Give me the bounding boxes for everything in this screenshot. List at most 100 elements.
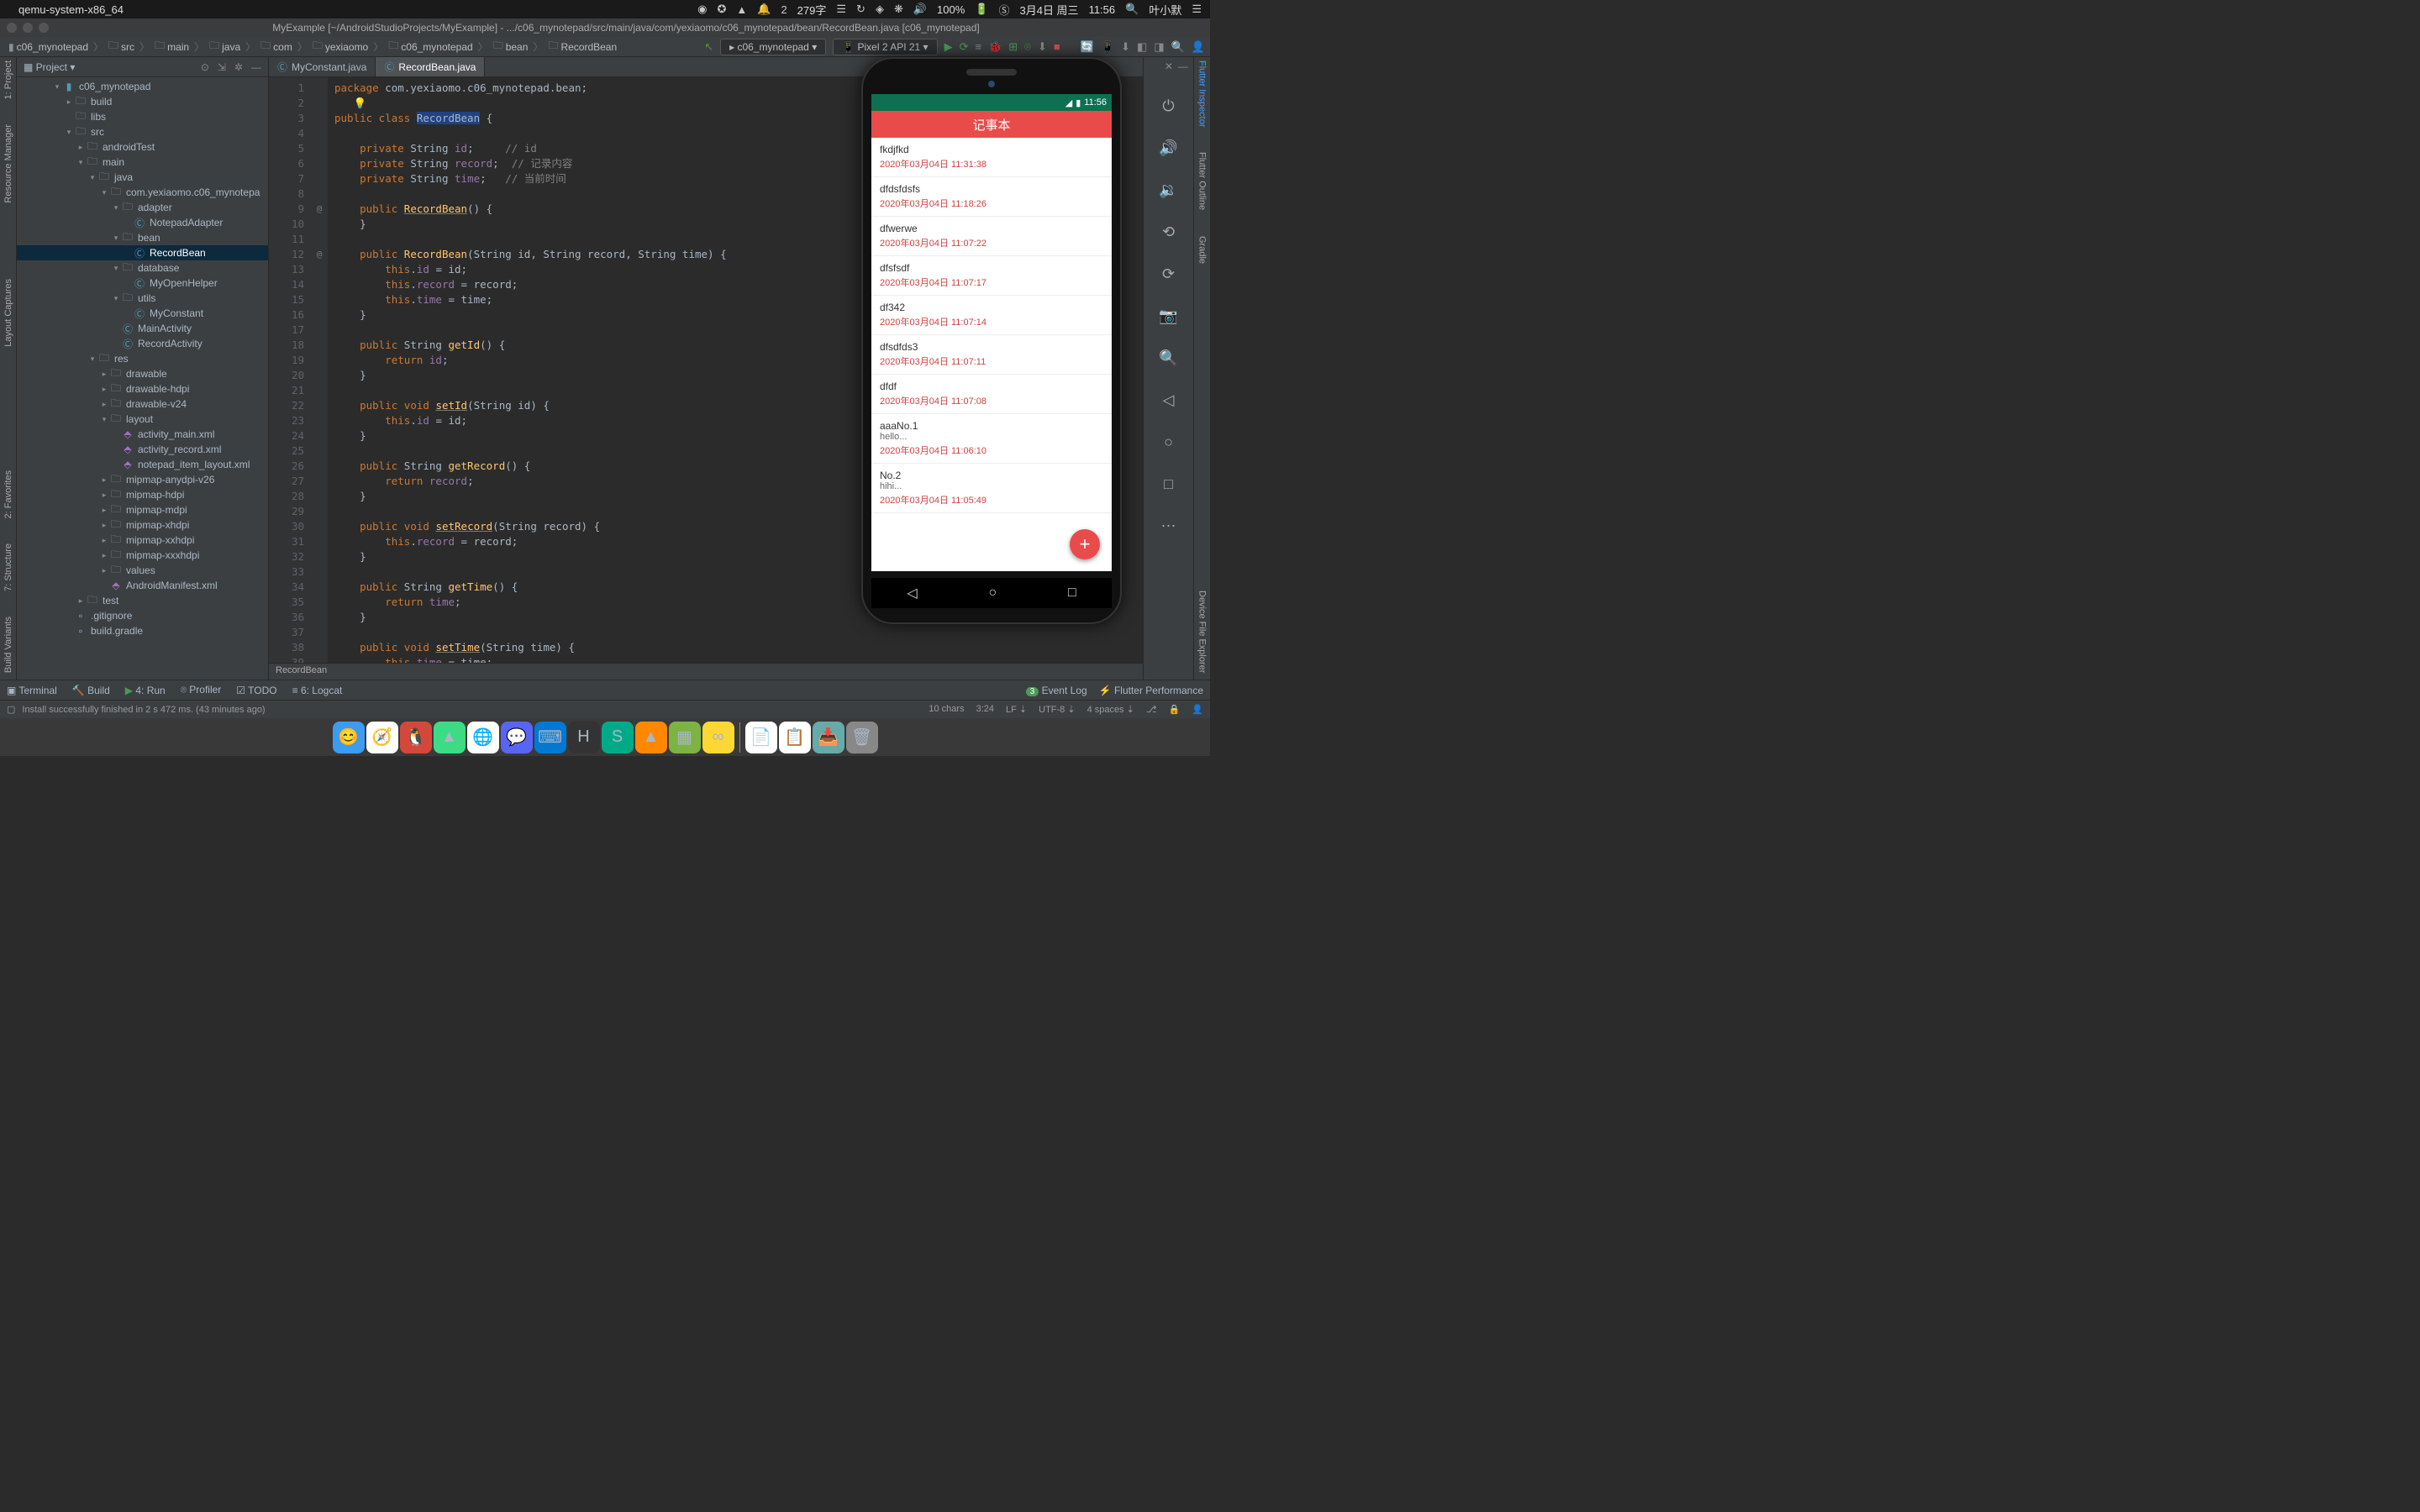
status-lock-icon[interactable]: 🔒 — [1169, 704, 1181, 715]
rotate-left-icon[interactable]: ⟲ — [1150, 218, 1187, 245]
note-item[interactable]: dfsdfds32020年03月04日 11:07:11 — [871, 335, 1112, 375]
safari-dock-icon[interactable]: 🧭 — [366, 722, 398, 753]
line-gutter[interactable]: 1234567891011121314151617181920212223242… — [269, 77, 311, 663]
nav-recent-icon[interactable]: □ — [1068, 585, 1076, 601]
app-dock-icon-4[interactable]: ▦ — [669, 722, 701, 753]
device-file-explorer-tab[interactable]: Device File Explorer — [1197, 591, 1207, 673]
structure-tab[interactable]: 7: Structure — [3, 543, 13, 591]
home-emu-icon[interactable]: ○ — [1150, 428, 1187, 455]
wps-dock-icon[interactable]: S — [602, 722, 634, 753]
tree-node[interactable]: ▾🗀com.yexiaomo.c06_mynotepa — [17, 185, 268, 200]
tree-node[interactable]: ▫.gitignore — [17, 608, 268, 623]
app-dock-icon-1[interactable]: 🐧 — [400, 722, 432, 753]
tree-node[interactable]: ▾🗀bean — [17, 230, 268, 245]
tree-node[interactable]: ⒸNotepadAdapter — [17, 215, 268, 230]
vlc-icon[interactable]: ▲ — [736, 3, 747, 16]
tree-node[interactable]: ▾🗀layout — [17, 412, 268, 427]
event-log-tab[interactable]: 3 Event Log — [1026, 685, 1087, 696]
app-dock-icon-2[interactable]: 💬 — [501, 722, 533, 753]
breadcrumb-item[interactable]: 🗀 src — [105, 36, 138, 57]
hide-panel-icon[interactable]: — — [251, 61, 261, 73]
menubar-user[interactable]: 叶小默 — [1149, 2, 1181, 18]
tree-node[interactable]: ▾🗀main — [17, 155, 268, 170]
overview-emu-icon[interactable]: □ — [1150, 470, 1187, 497]
menubar-date[interactable]: 3月4日 周三 — [1019, 2, 1078, 18]
minimize-emulator-icon[interactable]: — — [1178, 60, 1188, 72]
debug-icon[interactable]: 🐞 — [988, 40, 1002, 54]
device-selector[interactable]: 📱 Pixel 2 API 21 ▾ — [833, 39, 937, 55]
tree-node[interactable]: ⒸMyConstant — [17, 306, 268, 321]
tab-recordbean[interactable]: ⒸRecordBean.java — [376, 57, 485, 76]
run-button[interactable]: ▶ — [944, 40, 953, 54]
app-name[interactable]: qemu-system-x86_64 — [18, 3, 124, 16]
folder-dock-icon-1[interactable]: 📄 — [745, 722, 777, 753]
tab-myconstant[interactable]: ⒸMyConstant.java — [269, 57, 376, 76]
stop-button[interactable]: ■ — [1054, 40, 1060, 53]
tree-node[interactable]: ▸🗀mipmap-xxxhdpi — [17, 548, 268, 563]
gutter-annotations[interactable]: @@ — [311, 77, 328, 663]
note-item[interactable]: dfwerwe2020年03月04日 11:07:22 — [871, 217, 1112, 256]
nav-home-icon[interactable]: ○ — [988, 585, 997, 601]
tree-node[interactable]: ⬘activity_main.xml — [17, 427, 268, 442]
notes-list[interactable]: fkdjfkd2020年03月04日 11:31:38dfdsfdsfs2020… — [871, 138, 1112, 571]
project-tree[interactable]: ▾▮c06_mynotepad▸🗀build🗀libs▾🗀src▸🗀androi… — [17, 77, 268, 680]
favorites-tab[interactable]: 2: Favorites — [3, 470, 13, 518]
settings-icon[interactable]: ✲ — [234, 61, 243, 73]
profiler-tab[interactable]: ⌾ Profiler — [181, 684, 222, 696]
close-emulator-icon[interactable]: ✕ — [1165, 60, 1173, 72]
vscode-dock-icon[interactable]: ⌨ — [534, 722, 566, 753]
apply-changes-icon[interactable]: ⟳ — [960, 40, 969, 54]
battery-text[interactable]: 100% — [937, 3, 965, 16]
volume-up-icon[interactable]: 🔊 — [1150, 134, 1187, 161]
todo-tab[interactable]: ☑ TODO — [236, 685, 276, 696]
coverage-icon[interactable]: ⊞ — [1008, 40, 1018, 54]
app-dock-icon-5[interactable]: ∞ — [702, 722, 734, 753]
tree-node[interactable]: ▸🗀mipmap-xhdpi — [17, 517, 268, 533]
tree-node[interactable]: ⬘AndroidManifest.xml — [17, 578, 268, 593]
logcat-tab[interactable]: ≡ 6: Logcat — [292, 685, 343, 696]
toolbar-user-icon[interactable]: 👤 — [1192, 40, 1205, 54]
flutter-performance-tab[interactable]: ⚡ Flutter Performance — [1099, 685, 1203, 696]
back-emu-icon[interactable]: ◁ — [1150, 386, 1187, 413]
rotate-right-icon[interactable]: ⟳ — [1150, 260, 1187, 287]
panel-title[interactable]: ▦ Project ▾ — [24, 61, 75, 73]
sync-icon[interactable]: ❋ — [894, 3, 903, 16]
tree-node[interactable]: ▸🗀mipmap-xxhdpi — [17, 533, 268, 548]
sdk-manager-icon[interactable]: ⬇ — [1121, 40, 1130, 54]
vlc-dock-icon[interactable]: ▲ — [635, 722, 667, 753]
tree-node[interactable]: ▸🗀drawable-hdpi — [17, 381, 268, 396]
select-opened-file-icon[interactable]: ⊙ — [201, 61, 209, 73]
tree-node[interactable]: ▾🗀utils — [17, 291, 268, 306]
layout-captures-tab[interactable]: Layout Captures — [3, 279, 13, 347]
avd-manager-icon[interactable]: 📱 — [1101, 40, 1114, 54]
status-git-icon[interactable]: ⎇ — [1146, 704, 1157, 715]
tree-node[interactable]: ▾🗀java — [17, 170, 268, 185]
tree-node[interactable]: ⒸMainActivity — [17, 321, 268, 336]
breadcrumb-item[interactable]: 🗀 com — [257, 36, 296, 57]
minimize-window-button[interactable] — [23, 23, 33, 33]
resource-manager-tab[interactable]: Resource Manager — [3, 124, 13, 203]
tree-node[interactable]: ▸🗀mipmap-hdpi — [17, 487, 268, 502]
more-emu-icon[interactable]: ⋯ — [1150, 512, 1187, 539]
breadcrumb-item[interactable]: 🗀 java — [206, 36, 244, 57]
tree-node[interactable]: ▾🗀adapter — [17, 200, 268, 215]
status-indent[interactable]: 4 spaces ⇣ — [1087, 704, 1134, 715]
tree-node[interactable]: ▫build.gradle — [17, 623, 268, 638]
search-everywhere-icon[interactable]: 🔍 — [1171, 40, 1185, 54]
tree-node[interactable]: ▾🗀src — [17, 124, 268, 139]
tree-node[interactable]: ▸🗀mipmap-mdpi — [17, 502, 268, 517]
emulator-screen[interactable]: ◢ ▮ 11:56 记事本 fkdjfkd2020年03月04日 11:31:3… — [871, 94, 1112, 571]
breadcrumb-item[interactable]: 🗀 RecordBean — [544, 36, 620, 57]
fab-add-button[interactable]: + — [1070, 529, 1100, 559]
zoom-window-button[interactable] — [39, 23, 49, 33]
close-window-button[interactable] — [7, 23, 17, 33]
run-config-selector[interactable]: ▸ c06_mynotepad ▾ — [720, 39, 826, 55]
flutter-inspector-tab[interactable]: Flutter Inspector — [1197, 60, 1207, 127]
android-studio-dock-icon[interactable]: ▲ — [434, 722, 466, 753]
wifi-icon[interactable]: ◈ — [876, 3, 884, 16]
status-encoding[interactable]: UTF-8 ⇣ — [1039, 704, 1075, 715]
control-center-icon[interactable]: ☰ — [1192, 3, 1202, 16]
nav-back-icon[interactable]: ◁ — [907, 585, 917, 601]
note-item[interactable]: No.2hihi...2020年03月04日 11:05:49 — [871, 464, 1112, 513]
profiler-icon[interactable]: ⌾ — [1024, 40, 1031, 54]
